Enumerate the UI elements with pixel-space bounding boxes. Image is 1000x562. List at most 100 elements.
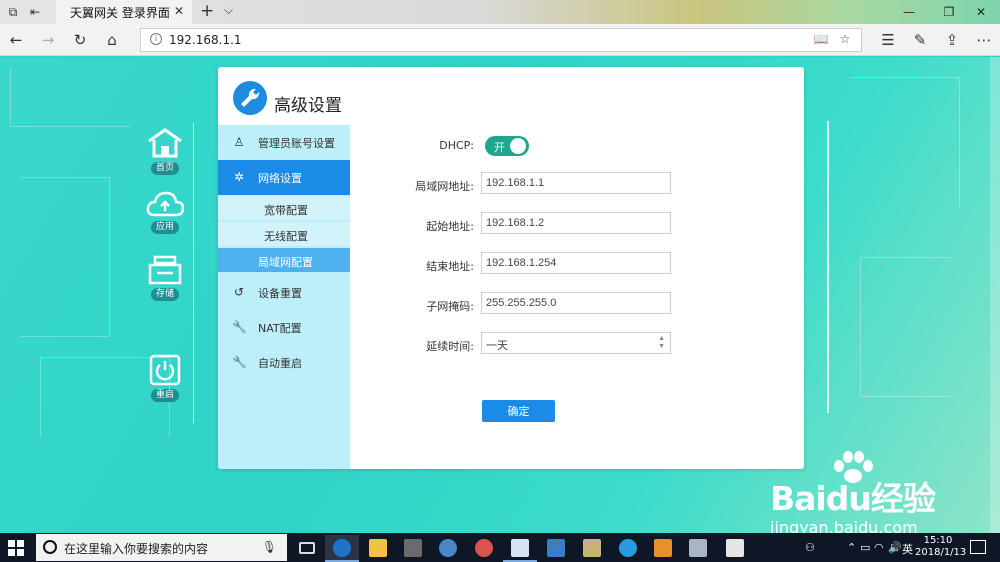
wrench-icon: 🔧 (232, 320, 247, 334)
new-tab-icon[interactable]: + (200, 1, 214, 21)
people-icon[interactable]: ⚇ (805, 541, 815, 554)
restore-window-icon[interactable]: ❐ (940, 3, 958, 21)
app-icon[interactable] (503, 535, 537, 562)
favorites-icon[interactable]: ☰ (878, 30, 898, 50)
start-ip-field[interactable]: 192.168.1.2 (481, 212, 671, 234)
minimize-icon[interactable]: — (900, 3, 918, 21)
refresh-icon[interactable]: ↻ (70, 30, 90, 50)
lease-time-select[interactable]: 一天 ▲ ▼ (481, 332, 671, 354)
submenu-item-lan[interactable]: 局域网配置 (218, 248, 350, 273)
taskbar: 在这里输入你要搜索的内容 🎙 ⚇ ⌃ ▭ ◠ 🔊 英 15:10 2018/1/… (0, 533, 1000, 562)
ime-indicator[interactable]: 英 (902, 541, 913, 557)
settings-panel: 高级设置 ♙ 管理员账号设置 ✲ 网络设置 宽带配置 无线配置 局域网配置 ↺ … (218, 67, 804, 469)
app-icon[interactable] (718, 535, 752, 562)
windows-start-icon[interactable] (8, 540, 24, 556)
app-icon[interactable] (431, 535, 465, 562)
confirm-button[interactable]: 确定 (482, 400, 555, 422)
more-icon[interactable]: ⋯ (974, 30, 994, 50)
lan-ip-field[interactable]: 192.168.1.1 (481, 172, 671, 194)
menu-item-label: 自动重启 (258, 357, 302, 370)
side-nav-reboot[interactable]: 重启 (145, 354, 185, 402)
tab-title: 天翼网关 登录界面 (70, 6, 170, 20)
circuit-decoration (850, 77, 960, 207)
menu-item-device-reset[interactable]: ↺ 设备重置 (218, 275, 350, 310)
address-bar[interactable]: i 192.168.1.1 📖 ☆ (140, 28, 862, 52)
subnet-mask-field[interactable]: 255.255.255.0 (481, 292, 671, 314)
app-icon[interactable] (575, 535, 609, 562)
side-nav-storage[interactable]: 存储 (145, 255, 185, 301)
home-icon (148, 128, 182, 158)
tab-restore-icon[interactable]: ⇤ (26, 3, 44, 21)
forward-icon[interactable]: → (38, 30, 58, 50)
menu-item-label: 管理员账号设置 (258, 137, 335, 150)
task-view-icon[interactable] (290, 535, 324, 562)
side-nav-label: 重启 (150, 389, 179, 402)
panel-header: 高级设置 (218, 67, 804, 125)
url-text[interactable]: 192.168.1.1 (169, 33, 242, 47)
close-window-icon[interactable]: ✕ (972, 3, 990, 21)
star-icon[interactable]: ☆ (837, 32, 853, 48)
calculator-icon[interactable] (396, 535, 430, 562)
file-explorer-icon[interactable] (361, 535, 395, 562)
microphone-icon[interactable]: 🎙 (262, 540, 277, 554)
menu-item-label: 网络设置 (258, 172, 302, 185)
notification-icon[interactable] (970, 540, 986, 554)
wrench-icon: 🔧 (232, 355, 247, 369)
volume-icon[interactable]: 🔊 (888, 541, 902, 554)
side-nav-apps[interactable]: 应用 (145, 190, 185, 234)
cloud-icon (146, 191, 185, 217)
menu-item-auto-reboot[interactable]: 🔧 自动重启 (218, 345, 350, 380)
home-browser-icon[interactable]: ⌂ (102, 30, 122, 50)
info-icon[interactable]: i (150, 33, 162, 45)
ie-icon[interactable] (611, 535, 645, 562)
submenu-item-label: 宽带配置 (264, 204, 308, 217)
storage-icon (148, 255, 182, 285)
reset-icon: ↺ (233, 285, 245, 299)
menu-item-network[interactable]: ✲ 网络设置 (218, 160, 350, 195)
tab-close-icon[interactable]: ✕ (174, 4, 184, 18)
page-title: 高级设置 (274, 96, 342, 116)
share-icon[interactable]: ⇪ (942, 30, 962, 50)
left-rail-line (193, 123, 194, 423)
tray-chevron-icon[interactable]: ⌃ (847, 541, 856, 554)
side-nav-label: 存储 (150, 288, 179, 301)
pen-icon[interactable]: ✎ (910, 30, 930, 50)
user-icon: ♙ (233, 135, 245, 149)
media-player-icon[interactable] (646, 535, 680, 562)
menu-item-nat[interactable]: 🔧 NAT配置 (218, 310, 350, 345)
side-nav-home[interactable]: 首页 (145, 127, 185, 175)
paint-icon[interactable] (467, 535, 501, 562)
dhcp-toggle-state: 开 (494, 141, 505, 154)
side-nav-label: 应用 (150, 221, 179, 234)
network-app-icon[interactable] (539, 535, 573, 562)
cortana-icon (43, 540, 57, 554)
select-arrows-icon: ▲ ▼ (658, 335, 665, 350)
app-icon[interactable] (681, 535, 715, 562)
edge-icon[interactable] (325, 535, 359, 562)
reading-view-icon[interactable]: 📖 (813, 32, 829, 48)
submenu-item-wireless[interactable]: 无线配置 (218, 222, 350, 247)
tab-set-aside-icon[interactable]: ⧉ (4, 3, 22, 21)
circuit-decoration (10, 67, 130, 127)
wifi-icon[interactable]: ◠ (874, 541, 884, 554)
clock[interactable]: 15:10 2018/1/13 (915, 535, 967, 559)
chevron-down-icon[interactable]: ⌵ (224, 3, 233, 18)
browser-tab[interactable]: 天翼网关 登录界面 ✕ (56, 0, 192, 24)
end-ip-label: 结束地址: (426, 260, 474, 273)
dhcp-toggle[interactable]: 开 (485, 136, 529, 156)
menu-item-label: NAT配置 (258, 322, 302, 335)
subnet-mask-label: 子网掩码: (426, 300, 474, 313)
circuit-decoration (20, 177, 110, 337)
watermark-logo: Baidu经验 (770, 479, 936, 518)
dhcp-label: DHCP: (439, 139, 474, 152)
clock-date: 2018/1/13 (915, 547, 967, 558)
end-ip-field[interactable]: 192.168.1.254 (481, 252, 671, 274)
scrollbar[interactable] (990, 57, 1000, 533)
back-icon[interactable]: ← (6, 30, 26, 50)
menu-item-admin-account[interactable]: ♙ 管理员账号设置 (218, 125, 350, 160)
submenu-item-broadband[interactable]: 宽带配置 (218, 196, 350, 221)
settings-menu: ♙ 管理员账号设置 ✲ 网络设置 宽带配置 无线配置 局域网配置 ↺ 设备重置 … (218, 125, 350, 469)
battery-icon[interactable]: ▭ (860, 541, 870, 554)
taskbar-search[interactable]: 在这里输入你要搜索的内容 🎙 (36, 534, 287, 561)
wrench-icon (233, 81, 267, 115)
